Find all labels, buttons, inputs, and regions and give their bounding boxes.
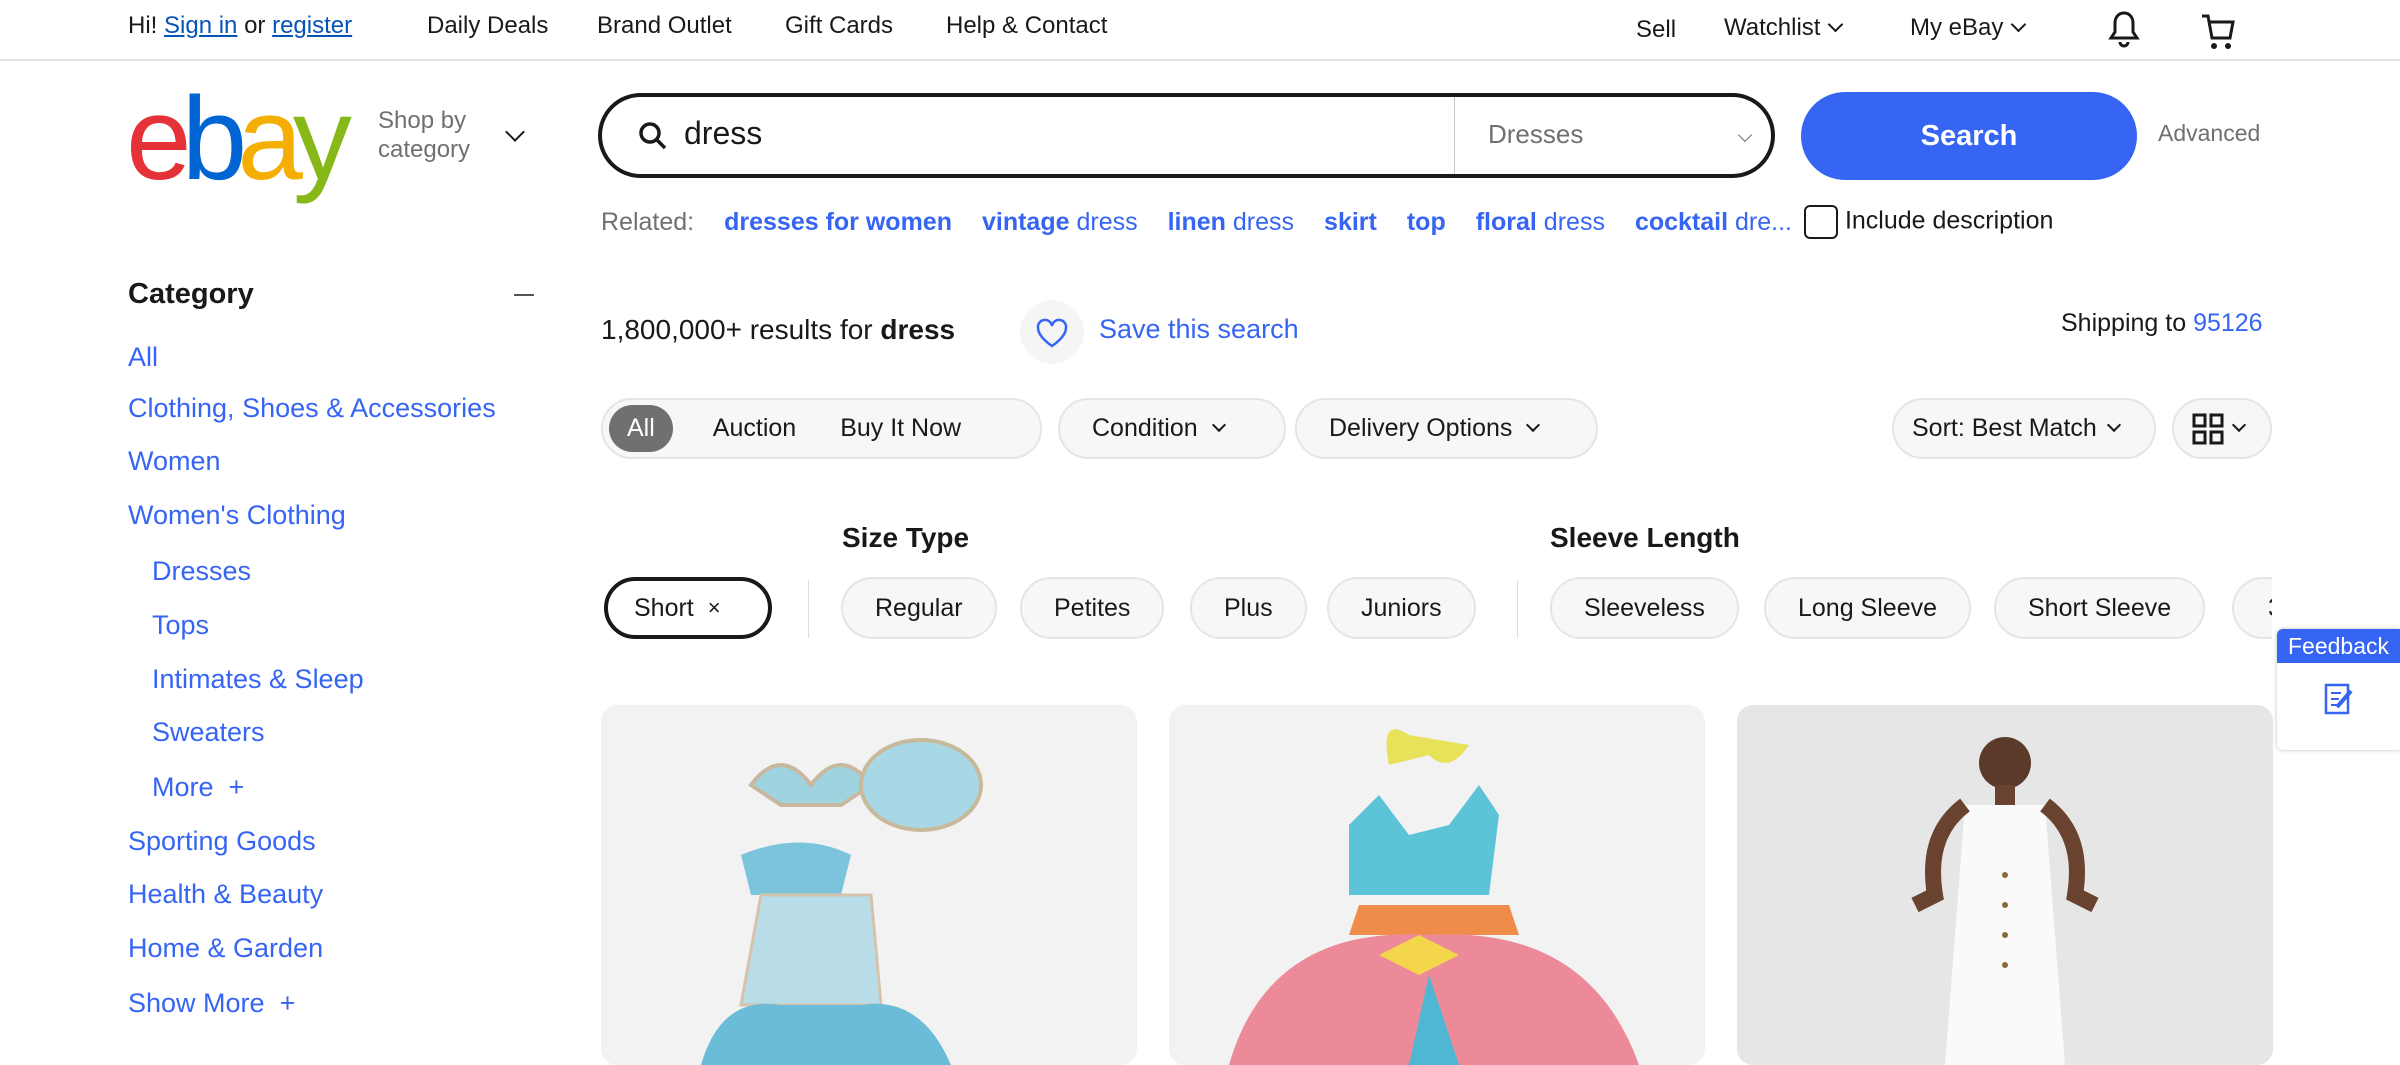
active-filter-chip[interactable]: Short × xyxy=(604,577,772,639)
feedback-button[interactable]: Feedback xyxy=(2277,629,2400,750)
sidebar-item-clothing[interactable]: Clothing, Shoes & Accessories xyxy=(128,393,496,424)
search-input[interactable]: dress xyxy=(684,115,762,152)
product-image[interactable] xyxy=(601,705,1137,1065)
results-count: 1,800,000+ results for dress xyxy=(601,314,956,345)
collapse-icon[interactable] xyxy=(514,294,534,296)
sell-link[interactable]: Sell xyxy=(1636,16,1676,44)
brand-outlet-link[interactable]: Brand Outlet xyxy=(597,12,732,40)
buying-format-group: All Auction Buy It Now xyxy=(601,398,1042,459)
sidebar-item-home-garden[interactable]: Home & Garden xyxy=(128,933,323,964)
chip-long-sleeve[interactable]: Long Sleeve xyxy=(1764,577,1972,639)
sidebar-item-tops[interactable]: Tops xyxy=(152,610,209,641)
chip-plus[interactable]: Plus xyxy=(1190,577,1307,639)
tab-all[interactable]: All xyxy=(609,405,673,452)
tab-buy-it-now[interactable]: Buy It Now xyxy=(818,414,983,443)
product-image[interactable] xyxy=(1169,705,1705,1065)
sidebar-item-more[interactable]: More + xyxy=(152,772,244,803)
ebay-logo[interactable]: ebay xyxy=(126,80,352,198)
related-link[interactable]: skirt xyxy=(1324,208,1377,237)
plus-icon: + xyxy=(272,988,296,1018)
search-button[interactable]: Search xyxy=(1801,92,2137,180)
dress-image xyxy=(1911,737,2099,1065)
chevron-down-icon xyxy=(1737,127,1753,143)
watchlist-menu[interactable]: Watchlist xyxy=(1724,14,1844,42)
grid-view-icon xyxy=(2192,413,2224,444)
related-link[interactable]: top xyxy=(1407,208,1446,237)
divider xyxy=(808,580,809,638)
chevron-down-icon xyxy=(1211,417,1226,432)
chevron-down-icon xyxy=(2011,16,2027,33)
condition-filter[interactable]: Condition xyxy=(1058,398,1286,459)
chip-sleeveless[interactable]: Sleeveless xyxy=(1550,577,1739,639)
zip-link[interactable]: 95126 xyxy=(2193,309,2263,337)
dress-image xyxy=(701,738,983,1065)
shipping-to: Shipping to 95126 xyxy=(2061,309,2263,337)
chevron-down-icon xyxy=(2231,417,2247,432)
category-heading: Category xyxy=(128,278,254,310)
help-contact-link[interactable]: Help & Contact xyxy=(946,12,1107,40)
greeting: Hi! Sign in or register xyxy=(128,12,353,39)
chevron-down-icon[interactable] xyxy=(505,122,525,142)
product-image[interactable] xyxy=(1737,705,2273,1065)
related-label: Related: xyxy=(601,207,695,236)
register-link[interactable]: register xyxy=(272,12,352,39)
category-select[interactable]: Dresses xyxy=(1488,119,1583,150)
delivery-options-filter[interactable]: Delivery Options xyxy=(1295,398,1598,459)
sidebar-item-dresses[interactable]: Dresses xyxy=(152,556,251,587)
dress-image xyxy=(1229,729,1639,1065)
chip-petites[interactable]: Petites xyxy=(1020,577,1165,639)
chevron-down-icon xyxy=(1526,417,1541,432)
related-link[interactable]: vintage dress xyxy=(982,208,1138,237)
sleeve-length-heading: Sleeve Length xyxy=(1550,522,1740,553)
chip-juniors[interactable]: Juniors xyxy=(1327,577,1476,639)
chevron-down-icon xyxy=(2106,417,2121,432)
tab-auction[interactable]: Auction xyxy=(673,414,818,443)
sidebar-item-sporting-goods[interactable]: Sporting Goods xyxy=(128,826,316,857)
search-box: dress Dresses xyxy=(598,93,1775,178)
sort-dropdown[interactable]: Sort: Best Match xyxy=(1892,398,2156,459)
related-link[interactable]: linen dress xyxy=(1168,208,1294,237)
related-link[interactable]: cocktail dre... xyxy=(1635,208,1792,237)
save-search-link[interactable]: Save this search xyxy=(1099,314,1299,345)
chip-regular[interactable]: Regular xyxy=(841,577,997,639)
size-type-heading: Size Type xyxy=(842,522,970,553)
save-search-button[interactable] xyxy=(1020,300,1084,364)
gift-cards-link[interactable]: Gift Cards xyxy=(785,12,893,40)
checkbox[interactable] xyxy=(1803,205,1838,239)
bell-icon[interactable] xyxy=(2108,10,2140,50)
advanced-search-link[interactable]: Advanced xyxy=(2158,120,2260,147)
chip-short-sleeve[interactable]: Short Sleeve xyxy=(1994,577,2206,639)
chevron-down-icon xyxy=(1828,16,1844,33)
top-nav: Hi! Sign in or register Daily Deals Bran… xyxy=(0,0,2400,61)
sidebar-item-show-more[interactable]: Show More + xyxy=(128,988,295,1019)
plus-icon: + xyxy=(221,772,245,802)
sidebar-item-all[interactable]: All xyxy=(128,342,158,373)
shop-by-category[interactable]: Shop by category xyxy=(378,106,470,164)
search-icon xyxy=(639,122,667,150)
close-icon[interactable]: × xyxy=(708,595,721,621)
view-toggle[interactable] xyxy=(2172,398,2272,459)
sidebar-item-women[interactable]: Women xyxy=(128,446,221,477)
sign-in-link[interactable]: Sign in xyxy=(164,12,237,39)
related-searches: Related: dresses for women vintage dress… xyxy=(601,205,2053,239)
sidebar-item-womens-clothing[interactable]: Women's Clothing xyxy=(128,500,346,531)
cart-icon[interactable] xyxy=(2200,12,2236,52)
divider xyxy=(1517,580,1518,638)
chip-three-quarter[interactable]: 3 xyxy=(2232,577,2272,639)
related-link[interactable]: dresses for women xyxy=(724,208,952,237)
related-link[interactable]: floral dress xyxy=(1476,208,1605,237)
sidebar-item-sweaters[interactable]: Sweaters xyxy=(152,717,265,748)
daily-deals-link[interactable]: Daily Deals xyxy=(427,12,548,40)
include-description[interactable]: Include description xyxy=(1803,205,2053,239)
sidebar-item-intimates[interactable]: Intimates & Sleep xyxy=(152,664,364,695)
sidebar-item-health-beauty[interactable]: Health & Beauty xyxy=(128,879,323,910)
my-ebay-menu[interactable]: My eBay xyxy=(1910,14,2027,42)
edit-icon xyxy=(2324,683,2353,715)
heart-icon xyxy=(1036,318,1068,348)
divider xyxy=(1454,97,1455,174)
